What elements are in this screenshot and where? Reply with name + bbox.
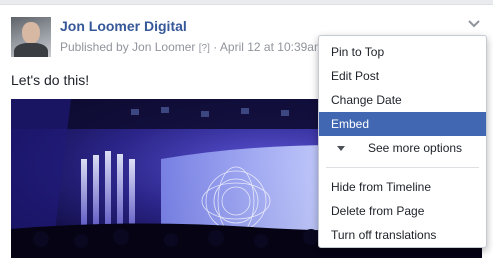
meta-separator: · [213, 40, 218, 54]
menu-divider [326, 167, 479, 168]
menu-item-pin-to-top[interactable]: Pin to Top [319, 40, 486, 64]
post-options-menu: Pin to Top Edit Post Change Date Embed S… [318, 35, 487, 248]
menu-item-see-more-options[interactable]: See more options [319, 136, 486, 160]
post-date[interactable]: April 12 at 10:39am [220, 40, 324, 54]
page-avatar[interactable] [11, 17, 51, 57]
help-marker[interactable]: [?] [199, 43, 210, 54]
menu-item-hide-from-timeline[interactable]: Hide from Timeline [319, 175, 486, 199]
avatar-shoulders [14, 43, 48, 57]
post-message: Let's do this! [11, 72, 90, 88]
menu-item-edit-post[interactable]: Edit Post [319, 64, 486, 88]
published-by-text: Published by Jon Loomer [60, 40, 196, 54]
page-name-link[interactable]: Jon Loomer Digital [60, 18, 187, 34]
menu-item-delete-from-page[interactable]: Delete from Page [319, 199, 486, 223]
menu-item-change-date[interactable]: Change Date [319, 88, 486, 112]
post-meta: Published by Jon Loomer [?] · April 12 a… [60, 40, 324, 54]
caret-down-icon [337, 145, 345, 151]
chevron-down-icon[interactable] [467, 19, 481, 29]
menu-item-turn-off-translations[interactable]: Turn off translations [319, 223, 486, 247]
menu-item-embed[interactable]: Embed [319, 112, 486, 136]
see-more-options-label: See more options [368, 141, 463, 155]
avatar-head [22, 22, 40, 44]
